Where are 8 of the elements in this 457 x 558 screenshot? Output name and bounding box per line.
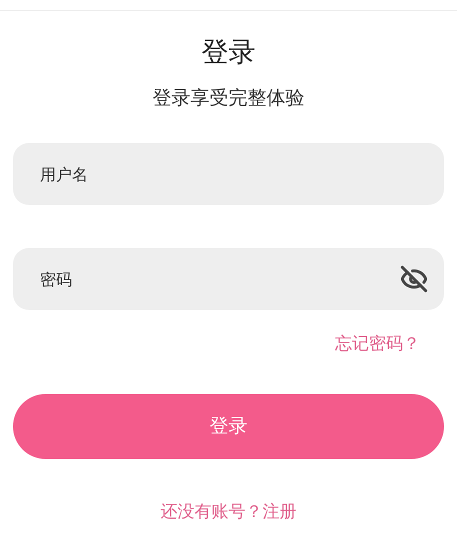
username-field[interactable]: 用户名 <box>13 143 444 205</box>
register-link[interactable]: 还没有账号？注册 <box>160 498 296 526</box>
login-button[interactable]: 登录 <box>13 394 444 459</box>
password-field[interactable]: 密码 <box>13 248 444 310</box>
page-title: 登录 <box>202 36 256 70</box>
eye-slash-icon[interactable] <box>400 265 428 293</box>
forgot-password-link[interactable]: 忘记密码？ <box>335 330 420 358</box>
subtitle: 登录享受完整体验 <box>152 86 304 111</box>
